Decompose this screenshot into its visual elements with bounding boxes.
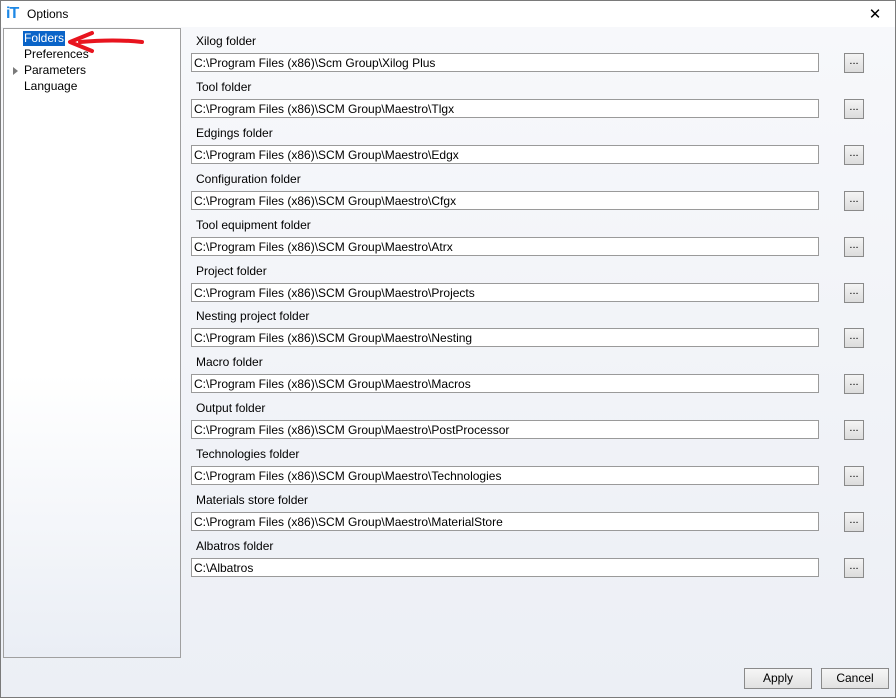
xilog-folder-browse-button[interactable]: ... [844, 53, 864, 73]
output-folder-label: Output folder [196, 401, 266, 415]
edgings-folder-browse-button[interactable]: ... [844, 145, 864, 165]
folder-row: Output folder ... [187, 394, 887, 440]
configuration-folder-browse-button[interactable]: ... [844, 191, 864, 211]
options-tree: Folders Preferences Parameters Language [3, 28, 181, 658]
tool-folder-input[interactable] [191, 99, 819, 118]
tree-item-language[interactable]: Language [23, 79, 78, 94]
expand-arrow-icon[interactable] [13, 67, 18, 75]
xilog-folder-input[interactable] [191, 53, 819, 72]
folder-row: Tool folder ... [187, 73, 887, 119]
technologies-folder-input[interactable] [191, 466, 819, 485]
folder-row: Project folder ... [187, 257, 887, 303]
nesting-project-folder-label: Nesting project folder [196, 309, 310, 323]
albatros-folder-browse-button[interactable]: ... [844, 558, 864, 578]
folder-row: Materials store folder ... [187, 486, 887, 532]
tool-equipment-folder-label: Tool equipment folder [196, 218, 311, 232]
tool-equipment-folder-browse-button[interactable]: ... [844, 237, 864, 257]
edgings-folder-input[interactable] [191, 145, 819, 164]
macro-folder-label: Macro folder [196, 355, 263, 369]
technologies-folder-browse-button[interactable]: ... [844, 466, 864, 486]
project-folder-input[interactable] [191, 283, 819, 302]
folder-row: Nesting project folder ... [187, 302, 887, 348]
folder-row: Macro folder ... [187, 348, 887, 394]
albatros-folder-label: Albatros folder [196, 539, 274, 553]
technologies-folder-label: Technologies folder [196, 447, 300, 461]
dialog-client-area: Folders Preferences Parameters Language … [1, 27, 895, 697]
folder-row: Albatros folder ... [187, 532, 887, 578]
macro-folder-input[interactable] [191, 374, 819, 393]
output-folder-browse-button[interactable]: ... [844, 420, 864, 440]
macro-folder-browse-button[interactable]: ... [844, 374, 864, 394]
folder-row: Edgings folder ... [187, 119, 887, 165]
xilog-folder-label: Xilog folder [196, 34, 257, 48]
materials-store-folder-label: Materials store folder [196, 493, 309, 507]
folders-panel: Xilog folder ... Tool folder ... Edgings… [187, 27, 887, 667]
tree-item-parameters[interactable]: Parameters [23, 63, 87, 78]
cancel-button[interactable]: Cancel [821, 668, 889, 689]
materials-store-folder-input[interactable] [191, 512, 819, 531]
materials-store-folder-browse-button[interactable]: ... [844, 512, 864, 532]
tool-folder-label: Tool folder [196, 80, 252, 94]
annotation-arrow-icon [68, 31, 144, 53]
nesting-project-folder-input[interactable] [191, 328, 819, 347]
project-folder-label: Project folder [196, 264, 267, 278]
folder-row: Tool equipment folder ... [187, 211, 887, 257]
configuration-folder-input[interactable] [191, 191, 819, 210]
tree-item-folders[interactable]: Folders [23, 31, 66, 46]
tool-equipment-folder-input[interactable] [191, 237, 819, 256]
title-bar: iT Options ✕ [1, 1, 895, 27]
configuration-folder-label: Configuration folder [196, 172, 301, 186]
edgings-folder-label: Edgings folder [196, 126, 273, 140]
albatros-folder-input[interactable] [191, 558, 819, 577]
close-button[interactable]: ✕ [861, 3, 889, 25]
window-title: Options [27, 7, 69, 21]
folder-row: Technologies folder ... [187, 440, 887, 486]
apply-button[interactable]: Apply [744, 668, 812, 689]
tool-folder-browse-button[interactable]: ... [844, 99, 864, 119]
folder-row: Configuration folder ... [187, 165, 887, 211]
app-logo-icon: iT [6, 5, 19, 22]
output-folder-input[interactable] [191, 420, 819, 439]
options-dialog: iT Options ✕ Folders Preferences Paramet… [0, 0, 896, 698]
nesting-project-folder-browse-button[interactable]: ... [844, 328, 864, 348]
project-folder-browse-button[interactable]: ... [844, 283, 864, 303]
folder-row: Xilog folder ... [187, 27, 887, 73]
